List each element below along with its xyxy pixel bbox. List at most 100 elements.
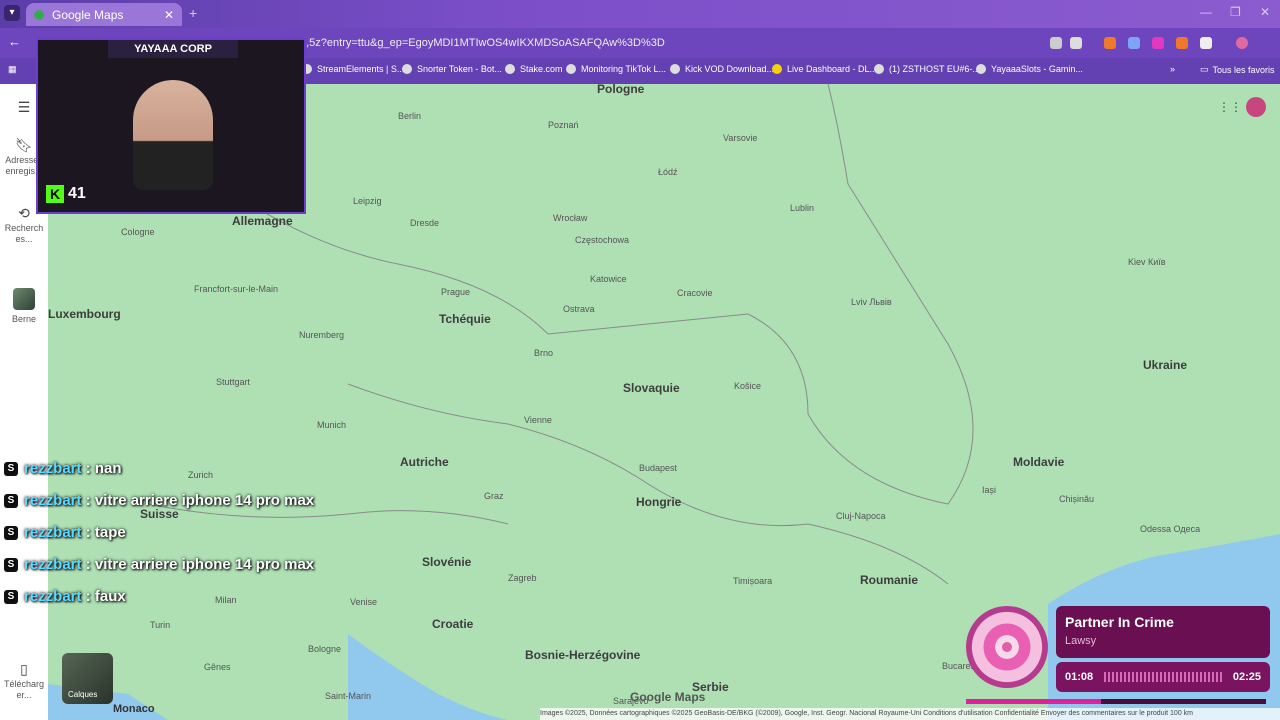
country-label: Croatie — [432, 617, 474, 631]
city-label: Gênes — [204, 662, 231, 672]
city-label: Timișoara — [733, 576, 773, 586]
city-label: Venise — [350, 597, 378, 607]
profile-avatar[interactable] — [1236, 37, 1248, 49]
tab-menu-icon[interactable]: ▾ — [4, 5, 20, 21]
city-label: Košice — [734, 381, 762, 391]
bookmark-label: Kick VOD Download... — [685, 64, 775, 74]
bookmark-favicon-icon — [976, 64, 986, 74]
city-label: Lublin — [790, 203, 815, 213]
chat-text: : nan — [85, 460, 122, 477]
bookmark-favicon-icon — [874, 64, 884, 74]
tab-title: Google Maps — [52, 7, 124, 22]
recent-place-berne[interactable]: Berne — [0, 288, 48, 325]
bookmark-item[interactable]: StreamElements | S... — [302, 64, 404, 74]
country-label: Autriche — [400, 455, 449, 469]
bookmark-item[interactable]: Kick VOD Download... — [670, 64, 774, 74]
city-label: Cracovie — [677, 288, 713, 298]
bookmark-item[interactable]: Snorter Token - Bot... — [402, 64, 502, 74]
back-icon[interactable]: ← — [8, 34, 21, 49]
country-label: Luxembourg — [48, 307, 121, 321]
layers-label: Calques — [68, 690, 98, 699]
city-label: Varsovie — [723, 133, 758, 143]
layers-button[interactable]: Calques — [62, 653, 113, 704]
folder-icon: ▭ — [1200, 64, 1209, 74]
city-label: Chișinău — [1059, 494, 1095, 504]
bookmark-label: YayaaaSlots - Gamin... — [991, 64, 1083, 74]
country-label: Pologne — [597, 84, 645, 96]
bookmark-item[interactable]: Stake.com — [505, 64, 563, 74]
elapsed-time: 01:08 — [1065, 671, 1094, 683]
city-label: Leipzig — [353, 196, 382, 206]
now-playing-widget: Partner In Crime Lawsy 01:08 02:25 — [1056, 606, 1270, 698]
bookmark-favicon-icon — [772, 64, 782, 74]
track-info: Partner In Crime Lawsy — [1056, 606, 1270, 658]
track-title: Partner In Crime — [1065, 614, 1174, 630]
all-bookmarks-folder[interactable]: ▭ Tous les favoris — [1200, 64, 1275, 75]
close-window-icon[interactable]: ✕ — [1260, 5, 1270, 19]
close-tab-icon[interactable]: ✕ — [164, 8, 174, 22]
city-label: Turin — [150, 620, 171, 630]
viewer-count: 41 — [68, 185, 86, 202]
download-app-button[interactable]: ▯ Télécharg er... — [0, 662, 48, 701]
recent-label: Recherch es... — [4, 223, 44, 244]
city-label: Poznań — [548, 120, 579, 130]
bookmark-label: (1) ZSTHOST EU#6-... — [889, 64, 980, 74]
city-label: Łódź — [658, 167, 678, 177]
channel-name: YAYAAA CORP — [108, 40, 238, 58]
music-progress-bar — [966, 699, 1266, 704]
more-bookmarks-icon[interactable]: » — [1170, 64, 1175, 74]
city-label: Milan — [215, 595, 237, 605]
city-label: Cluj-Napoca — [836, 511, 886, 521]
all-bookmarks-label: Tous les favoris — [1212, 64, 1275, 75]
chat-message: Srezzbart : tape — [4, 524, 126, 541]
chat-message: Srezzbart : vitre arriere iphone 14 pro … — [4, 492, 314, 509]
extensions-puzzle-icon[interactable] — [1200, 37, 1212, 49]
install-icon[interactable] — [1050, 37, 1062, 49]
stake-icon: S — [4, 558, 18, 573]
bookmark-item[interactable]: (1) ZSTHOST EU#6-... — [874, 64, 980, 74]
city-label: Częstochowa — [575, 235, 630, 245]
extension-icon[interactable] — [1128, 37, 1140, 49]
maximize-icon[interactable]: ❐ — [1230, 5, 1241, 19]
city-label: Prague — [441, 287, 471, 297]
bookmark-item[interactable]: YayaaaSlots - Gamin... — [976, 64, 1083, 74]
bookmark-label: Monitoring TikTok L... — [581, 64, 667, 74]
chat-message: Srezzbart : nan — [4, 460, 122, 477]
city-label: Monaco — [113, 703, 155, 715]
chat-message: Srezzbart : vitre arriere iphone 14 pro … — [4, 556, 314, 573]
city-label: Nuremberg — [299, 330, 345, 340]
bookmark-label: Stake.com — [520, 64, 563, 74]
chat-user: rezzbart — [24, 460, 82, 477]
extension-icon[interactable] — [1176, 37, 1188, 49]
city-label: Berlin — [398, 111, 422, 121]
album-art-disc — [966, 606, 1048, 688]
stake-icon: S — [4, 494, 18, 509]
city-label: Zagreb — [508, 573, 537, 583]
account-avatar[interactable] — [1246, 97, 1266, 117]
stake-icon: S — [4, 462, 18, 477]
new-tab-icon[interactable]: + — [189, 5, 197, 21]
extension-icon[interactable] — [1152, 37, 1164, 49]
city-label: Cologne — [121, 227, 155, 237]
bookmark-label: Snorter Token - Bot... — [417, 64, 502, 74]
bookmark-label: StreamElements | S... — [317, 64, 405, 74]
city-label: Francfort-sur-le-Main — [194, 284, 279, 294]
star-icon[interactable] — [1070, 37, 1082, 49]
tab-google-maps[interactable]: Google Maps ✕ — [26, 3, 182, 26]
apps-grid-icon[interactable]: ▦ — [8, 64, 17, 75]
berne-label: Berne — [11, 314, 37, 324]
bookmark-item[interactable]: Monitoring TikTok L... — [566, 64, 666, 74]
stake-icon: S — [4, 526, 18, 541]
chat-text: : vitre arriere iphone 14 pro max — [85, 492, 315, 509]
minimize-icon[interactable]: — — [1200, 5, 1212, 19]
bookmark-favicon-icon — [402, 64, 412, 74]
city-label: Odessa Одеса — [1140, 524, 1201, 534]
extension-icon[interactable] — [1104, 37, 1116, 49]
city-label: Katowice — [590, 274, 627, 284]
chat-user: rezzbart — [24, 588, 82, 605]
url-input[interactable]: 6,5z?entry=ttu&g_ep=EgoyMDI1MTIwOS4wIKXM… — [300, 32, 1090, 54]
chat-message: Srezzbart : faux — [4, 588, 126, 605]
city-label: Bologne — [308, 644, 342, 654]
bookmark-item[interactable]: Live Dashboard - DL... — [772, 64, 877, 74]
city-label: Budapest — [639, 463, 678, 473]
